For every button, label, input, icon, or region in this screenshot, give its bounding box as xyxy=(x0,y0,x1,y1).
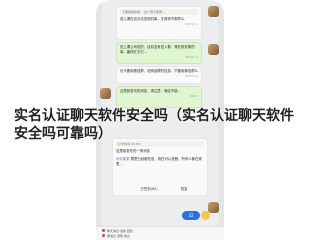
user-avatar[interactable] xyxy=(208,44,219,55)
message-time: 09:52 11 xyxy=(185,74,198,78)
headline-line-1: 实名认证聊天软件安全吗（实名认证聊天软件 xyxy=(14,108,294,124)
message-time: 09:52 11 xyxy=(185,55,198,59)
headline-line-2: 安全吗可靠吗） xyxy=(14,126,112,142)
checkin-button[interactable]: 已签到(80) xyxy=(141,187,158,192)
mention-link[interactable]: @何某某 xyxy=(116,157,130,161)
chat-bubble-outgoing[interactable]: 说上课公司说的，目前没有进入群，等在按说明的事，最终红字已… 09:52 11 xyxy=(116,42,202,64)
chat-bubble-incoming[interactable]: 不要用微信群… 这个群不能再… 说上课在没办法发现的事，才那样不那样么 09:5… xyxy=(116,6,202,40)
reply-button[interactable]: 回复 xyxy=(181,187,188,192)
bubble-actions: 已签到(80) 回复 xyxy=(129,187,199,192)
chat-bubble-incoming[interactable]: 也不要用微信群，说明该群的信息，不要用微信群么 09:52 11 xyxy=(116,66,202,84)
notification-dot-icon xyxy=(102,234,105,237)
message-text: 这是我发布的一条消息 xyxy=(116,149,150,153)
chat-bubble-outgoing[interactable]: 这是我发布的消息，请注意，确定不能… 09:53 xyxy=(116,86,202,108)
user-avatar[interactable] xyxy=(208,202,219,213)
emoji-icon[interactable] xyxy=(201,211,210,220)
user-avatar[interactable] xyxy=(208,6,219,17)
article-headline: 实名认证聊天软件安全吗（实名认证聊天软件 安全吗可靠吗） xyxy=(14,107,310,143)
chat-bubble-with-actions[interactable]: 打卡时间 09:53 这是我发布的一条消息 @何某某 群里已经都在说，现在可以放… xyxy=(112,138,208,196)
bottom-bar-line: 群消息·通知·信息 xyxy=(107,234,130,238)
bottom-bar-line: 聊天消息·最新·回复 xyxy=(107,229,133,233)
notification-dot-icon xyxy=(102,229,105,232)
unread-count-badge[interactable]: 32 xyxy=(182,211,200,220)
chat-bottom-bar: 聊天消息·最新·回复 群消息·通知·信息 xyxy=(96,226,224,240)
user-avatar[interactable] xyxy=(100,88,111,99)
quoted-message: 不要用微信群… 这个群不能再… xyxy=(120,9,198,15)
message-text: 说上课公司说的，目前没有进入群，等在按说明的事，最终红字已… xyxy=(120,45,195,54)
message-time: 09:53 xyxy=(189,94,198,98)
message-time: 09:52 11 xyxy=(185,22,198,26)
